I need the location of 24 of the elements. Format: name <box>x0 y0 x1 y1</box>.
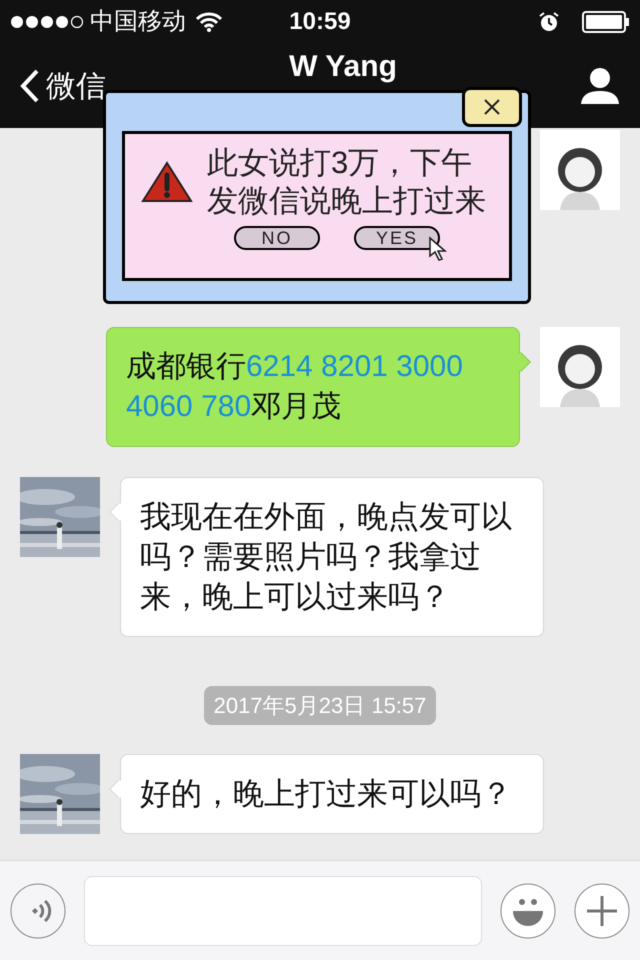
person-icon[interactable] <box>580 67 620 105</box>
back-button[interactable]: 微信 <box>20 64 106 108</box>
back-chevron-icon <box>20 69 40 103</box>
message-bubble: 我现在在外面，晚点发可以吗？需要照片吗？我拿过来，晚上可以过来吗？ <box>120 477 544 637</box>
battery-icon <box>582 11 630 33</box>
warning-icon <box>141 160 193 204</box>
message-input-field[interactable] <box>84 876 482 946</box>
timestamp: 2017年5月23日 15:57 <box>204 686 436 725</box>
clock-time: 10:59 <box>289 7 351 37</box>
dialog-button[interactable]: NO <box>234 226 320 250</box>
dialog-message: 此女说打3万，下午发微信说晚上打过来 <box>207 144 487 220</box>
message-bubble: 好的，晚上打过来可以吗？ <box>120 754 544 834</box>
close-button[interactable] <box>462 87 522 127</box>
emoji-button-icon[interactable] <box>500 882 556 938</box>
close-icon <box>483 98 501 116</box>
carrier-name: 中国移动 <box>90 7 186 37</box>
alarm-icon <box>538 11 560 33</box>
signal-icon <box>10 15 84 29</box>
plus-button-icon[interactable] <box>574 882 630 938</box>
dialog-button[interactable]: YES <box>354 226 440 250</box>
wifi-icon <box>196 12 222 32</box>
message-bubble: 成都银行6214 8201 3000 4060 780邓月茂 <box>106 327 520 447</box>
voice-button-icon[interactable] <box>10 882 66 938</box>
chat-title: W Yang <box>289 50 397 84</box>
